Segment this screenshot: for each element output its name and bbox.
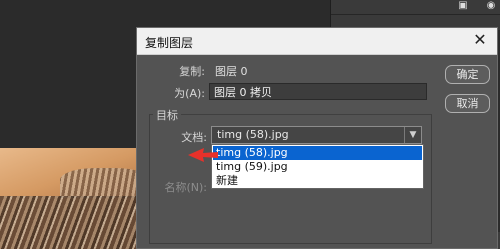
duplicate-layer-dialog: 复制图层 ✕ 复制: 图层 0 为(A): 确定 取消 目标 文档: timg …	[136, 27, 498, 249]
name-label: 名称(N):	[164, 181, 207, 194]
dialog-titlebar: 复制图层 ✕	[137, 28, 497, 55]
red-arrow-icon	[188, 148, 218, 162]
close-icon[interactable]: ✕	[471, 31, 489, 49]
document-option[interactable]: 新建	[213, 174, 422, 188]
canvas-photo	[0, 148, 150, 249]
dialog-title: 复制图层	[145, 36, 194, 50]
document-option[interactable]: timg (58).jpg	[213, 146, 422, 160]
photo-fur	[0, 196, 150, 249]
panel-divider	[331, 14, 500, 15]
document-dropdown-list: timg (58).jpg timg (59).jpg 新建	[211, 144, 424, 189]
cancel-button[interactable]: 取消	[445, 94, 490, 113]
camera-icon[interactable]: ◉	[485, 1, 497, 11]
source-value: 图层 0	[215, 65, 248, 78]
as-label: 为(A):	[174, 87, 205, 100]
chevron-down-icon[interactable]: ▼	[404, 127, 421, 143]
destination-group-title: 目标	[153, 107, 181, 123]
document-select-value: timg (58).jpg	[217, 128, 289, 141]
layer-name-input[interactable]	[209, 83, 427, 100]
document-label: 文档:	[181, 131, 207, 144]
ok-button[interactable]: 确定	[445, 65, 490, 84]
document-select[interactable]: timg (58).jpg ▼	[211, 126, 422, 144]
background-panel: ▣ ◉	[330, 0, 500, 30]
document-option[interactable]: timg (59).jpg	[213, 160, 422, 174]
new-layer-icon[interactable]: ▣	[457, 1, 469, 11]
source-label: 复制:	[179, 65, 205, 78]
